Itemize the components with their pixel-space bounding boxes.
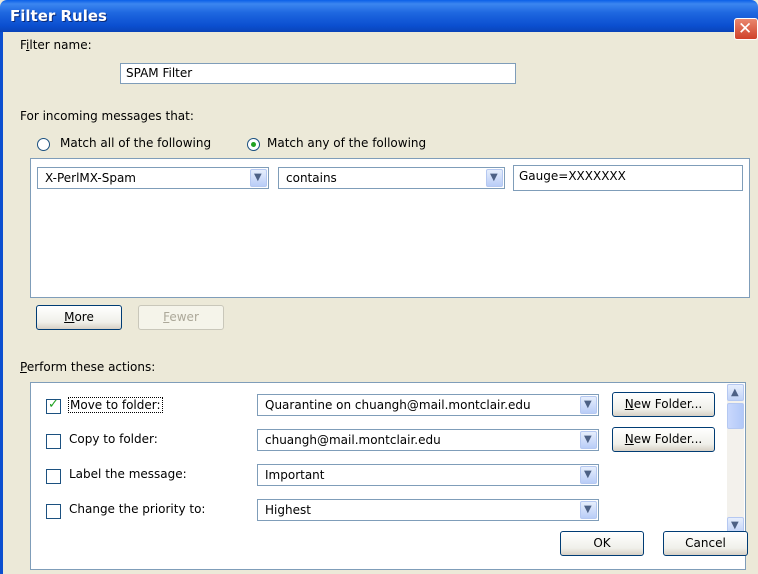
new-folder-button[interactable]: New Folder...: [612, 427, 715, 452]
more-button[interactable]: More: [36, 305, 122, 330]
match-any-label: Match any of the following: [267, 136, 427, 150]
checkmark-icon: ✓: [48, 397, 59, 412]
move-to-folder-label: Move to folder:: [68, 397, 163, 413]
new-folder-button[interactable]: New Folder...: [612, 392, 715, 417]
incoming-heading: For incoming messages that:: [20, 109, 194, 123]
chevron-down-icon[interactable]: ▼: [250, 169, 267, 187]
label-select[interactable]: Important ▼: [257, 464, 599, 486]
chevron-down-icon[interactable]: ▼: [486, 169, 503, 187]
priority-select[interactable]: Highest ▼: [257, 499, 599, 521]
scrollbar-thumb[interactable]: [727, 403, 744, 429]
window-title: Filter Rules: [10, 7, 107, 25]
copy-to-folder-checkbox[interactable]: [46, 434, 61, 449]
condition-value-input[interactable]: Gauge=XXXXXXX: [513, 165, 743, 191]
condition-header-select[interactable]: X-PerlMX-Spam ▼: [37, 167, 269, 189]
chevron-down-icon[interactable]: ▼: [580, 431, 597, 449]
arrow-up-icon[interactable]: ▲: [727, 384, 744, 401]
change-priority-label: Change the priority to:: [69, 502, 206, 516]
match-all-radio[interactable]: [37, 138, 50, 151]
ok-button[interactable]: OK: [560, 531, 644, 556]
title-bar[interactable]: Filter Rules: [0, 0, 758, 32]
label-message-checkbox[interactable]: [46, 469, 61, 484]
cancel-button[interactable]: Cancel: [663, 531, 748, 556]
copy-to-folder-label: Copy to folder:: [69, 432, 158, 446]
match-any-radio[interactable]: [247, 138, 260, 151]
condition-operator-select[interactable]: contains ▼: [278, 167, 505, 189]
chevron-down-icon[interactable]: ▼: [580, 466, 597, 484]
chevron-down-icon[interactable]: ▼: [580, 501, 597, 519]
copy-folder-select[interactable]: chuangh@mail.montclair.edu ▼: [257, 429, 599, 451]
chevron-down-icon[interactable]: ▼: [580, 396, 597, 414]
filter-name-label: Filter name:: [20, 38, 92, 52]
move-folder-select[interactable]: Quarantine on chuangh@mail.montclair.edu…: [257, 394, 599, 416]
fewer-button[interactable]: Fewer: [138, 305, 224, 330]
change-priority-checkbox[interactable]: [46, 504, 61, 519]
label-message-label: Label the message:: [69, 467, 187, 481]
filter-name-input[interactable]: SPAM Filter: [120, 63, 516, 84]
move-to-folder-checkbox[interactable]: ✓: [46, 397, 61, 414]
match-all-label: Match all of the following: [60, 136, 212, 150]
actions-heading: Perform these actions:: [20, 360, 156, 374]
radio-selected-dot: [251, 142, 256, 147]
actions-scrollbar[interactable]: ▲ ▼: [727, 384, 744, 534]
dialog-body: Filter name: SPAM Filter For incoming me…: [0, 32, 758, 574]
